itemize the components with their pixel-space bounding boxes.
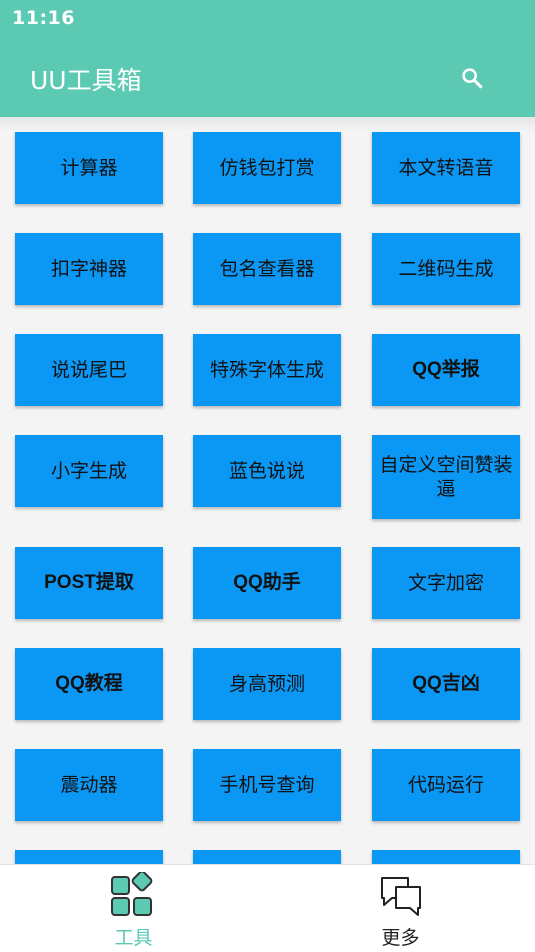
tool-tile[interactable]: 身高预测	[193, 648, 341, 720]
bottom-nav: 工具 更多	[0, 864, 535, 952]
tool-tile[interactable]: 文字加密	[372, 547, 520, 619]
tool-tile[interactable]: 二维码生成	[372, 233, 520, 305]
tool-tile[interactable]: 震动器	[15, 749, 163, 821]
tool-tile[interactable]: 手机号查询	[193, 749, 341, 821]
tool-tile[interactable]: 本文转语音	[372, 132, 520, 204]
tool-tile-partial[interactable]	[15, 850, 163, 864]
app-bar: UU工具箱	[0, 38, 535, 117]
tool-tile[interactable]: QQ教程	[15, 648, 163, 720]
tool-tile-partial[interactable]	[193, 850, 341, 864]
tool-tile[interactable]: 包名查看器	[193, 233, 341, 305]
status-time: 11:16	[12, 7, 75, 29]
tool-tile[interactable]: 自定义空间赞装逼	[372, 435, 520, 519]
app-title: UU工具箱	[30, 66, 142, 95]
chat-bubbles-icon	[381, 877, 421, 916]
tab-more[interactable]: 更多	[267, 865, 534, 952]
tool-tile[interactable]: QQ吉凶	[372, 648, 520, 720]
tab-tools[interactable]: 工具	[0, 865, 267, 952]
tool-tile[interactable]: 扣字神器	[15, 233, 163, 305]
tool-tile[interactable]: 说说尾巴	[15, 334, 163, 406]
tools-grid: 计算器 仿钱包打赏 本文转语音 扣字神器 包名查看器 二维码生成 说说尾巴 特殊…	[0, 117, 535, 864]
tab-tools-label: 工具	[114, 927, 153, 949]
tool-tile[interactable]: QQ举报	[372, 334, 520, 406]
tool-tile[interactable]: 小字生成	[15, 435, 163, 507]
tool-tile[interactable]: QQ助手	[193, 547, 341, 619]
status-bar: 11:16	[0, 0, 535, 38]
tool-tile-partial[interactable]	[372, 850, 520, 864]
tab-more-label: 更多	[381, 927, 420, 949]
tool-tile[interactable]: 蓝色说说	[193, 435, 341, 507]
tool-tile[interactable]: 计算器	[15, 132, 163, 204]
tools-grid-icon	[111, 872, 153, 916]
tool-tile[interactable]: 特殊字体生成	[193, 334, 341, 406]
search-icon[interactable]	[458, 64, 486, 92]
tool-tile[interactable]: 代码运行	[372, 749, 520, 821]
tool-tile[interactable]: 仿钱包打赏	[193, 132, 341, 204]
tool-tile[interactable]: POST提取	[15, 547, 163, 619]
